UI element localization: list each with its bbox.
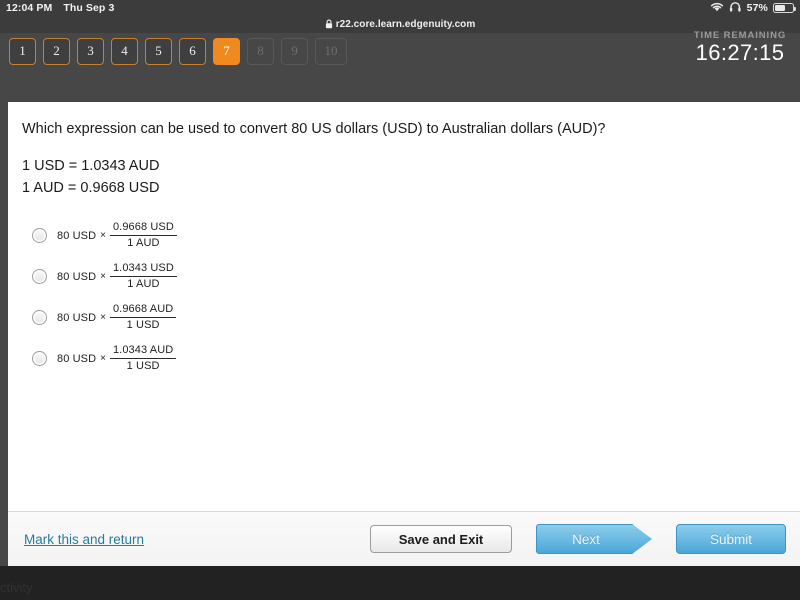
action-bar: Mark this and return Save and Exit Next … bbox=[8, 511, 800, 566]
status-bar-left: 12:04 PM Thu Sep 3 bbox=[6, 2, 114, 14]
expression-lead-d: 80 USD bbox=[57, 352, 97, 365]
radio-button-a[interactable] bbox=[32, 228, 47, 244]
status-bar-right: 57% bbox=[710, 1, 797, 15]
answer-expression-c: 80 USD × 0.9668 AUD 1 USD bbox=[57, 303, 177, 332]
fraction-b: 1.0343 USD 1 AUD bbox=[109, 262, 177, 291]
battery-icon bbox=[773, 3, 797, 13]
question-nav-2[interactable]: 2 bbox=[43, 37, 70, 65]
question-body: Which expression can be used to convert … bbox=[8, 102, 800, 511]
question-nav-7[interactable]: 7 bbox=[213, 37, 240, 65]
question-nav-6[interactable]: 6 bbox=[179, 37, 206, 65]
answer-choice-d[interactable]: 80 USD × 1.0343 AUD 1 USD bbox=[22, 338, 800, 379]
time-remaining: TIME REMAINING 16:27:15 bbox=[684, 30, 796, 65]
expression-lead-c: 80 USD bbox=[57, 311, 97, 324]
next-button-wrap: Next bbox=[536, 524, 652, 554]
answer-expression-b: 80 USD × 1.0343 USD 1 AUD bbox=[57, 262, 177, 291]
fraction-numerator-b: 1.0343 USD bbox=[112, 262, 174, 275]
time-remaining-value: 16:27:15 bbox=[695, 40, 785, 65]
answer-expression-a: 80 USD × 0.9668 USD 1 AUD bbox=[57, 221, 177, 250]
question-nav-4[interactable]: 4 bbox=[111, 37, 138, 65]
expression-lead-b: 80 USD bbox=[57, 270, 97, 283]
fraction-a: 0.9668 USD 1 AUD bbox=[109, 221, 177, 250]
question-nav-5[interactable]: 5 bbox=[145, 37, 172, 65]
multiply-icon: × bbox=[100, 230, 106, 242]
answer-choice-a[interactable]: 80 USD × 0.9668 USD 1 AUD bbox=[22, 215, 800, 256]
fraction-c: 0.9668 AUD 1 USD bbox=[109, 303, 177, 332]
headphones-icon bbox=[729, 1, 742, 15]
next-button[interactable]: Next bbox=[536, 524, 652, 554]
question-card: Which expression can be used to convert … bbox=[8, 102, 800, 566]
mark-this-and-return-link[interactable]: Mark this and return bbox=[24, 532, 144, 547]
status-bar-time: 12:04 PM bbox=[6, 2, 53, 14]
expression-lead-a: 80 USD bbox=[57, 229, 97, 242]
action-buttons: Save and Exit Next Submit bbox=[370, 524, 786, 554]
question-navigation: 1 2 3 4 5 6 7 8 9 10 bbox=[0, 33, 347, 69]
answer-expression-d: 80 USD × 1.0343 AUD 1 USD bbox=[57, 344, 177, 373]
conversion-rate-usd: 1 USD = 1.0343 AUD bbox=[22, 158, 160, 175]
app-chrome: 1 2 3 4 5 6 7 8 9 10 TIME REMAINING 16:2… bbox=[0, 30, 800, 566]
question-nav-9: 9 bbox=[281, 37, 308, 65]
ios-status-bar: 12:04 PM Thu Sep 3 57% bbox=[0, 0, 800, 16]
fraction-numerator-a: 0.9668 USD bbox=[112, 221, 174, 234]
lock-icon bbox=[325, 16, 333, 34]
conversion-rate-aud: 1 AUD = 0.9668 USD bbox=[22, 179, 160, 196]
radio-button-b[interactable] bbox=[32, 269, 47, 285]
fraction-denominator-a: 1 AUD bbox=[127, 237, 160, 250]
url-text: r22.core.learn.edgenuity.com bbox=[335, 19, 476, 30]
os-bottom-bar: ctivity bbox=[0, 566, 800, 600]
conversion-rates: 1 USD = 1.0343 AUD 1 AUD = 0.9668 USD bbox=[22, 156, 800, 199]
question-nav-10: 10 bbox=[315, 37, 347, 65]
multiply-icon: × bbox=[100, 353, 106, 365]
save-and-exit-button[interactable]: Save and Exit bbox=[370, 525, 512, 553]
question-nav-3[interactable]: 3 bbox=[77, 37, 104, 65]
question-stem: Which expression can be used to convert … bbox=[22, 121, 606, 137]
submit-button[interactable]: Submit bbox=[676, 524, 786, 554]
answer-choice-c[interactable]: 80 USD × 0.9668 AUD 1 USD bbox=[22, 297, 800, 338]
radio-button-d[interactable] bbox=[32, 351, 47, 367]
battery-percent-label: 57% bbox=[746, 2, 768, 14]
fraction-denominator-b: 1 AUD bbox=[127, 278, 160, 291]
multiply-icon: × bbox=[100, 271, 106, 283]
browser-address-bar[interactable]: r22.core.learn.edgenuity.com bbox=[0, 16, 800, 33]
answer-choices: 80 USD × 0.9668 USD 1 AUD 80 USD × 1.034… bbox=[22, 215, 800, 379]
fraction-denominator-c: 1 USD bbox=[126, 319, 160, 332]
answer-choice-b[interactable]: 80 USD × 1.0343 USD 1 AUD bbox=[22, 256, 800, 297]
question-nav-1[interactable]: 1 bbox=[9, 37, 36, 65]
fraction-numerator-d: 1.0343 AUD bbox=[112, 344, 174, 357]
fraction-numerator-c: 0.9668 AUD bbox=[112, 303, 174, 316]
multiply-icon: × bbox=[100, 312, 106, 324]
fraction-denominator-d: 1 USD bbox=[126, 360, 160, 373]
wifi-icon bbox=[710, 2, 724, 15]
question-nav-8: 8 bbox=[247, 37, 274, 65]
radio-button-c[interactable] bbox=[32, 310, 47, 326]
status-bar-date: Thu Sep 3 bbox=[63, 2, 115, 14]
fraction-d: 1.0343 AUD 1 USD bbox=[109, 344, 177, 373]
os-bottom-label: ctivity bbox=[0, 580, 33, 595]
